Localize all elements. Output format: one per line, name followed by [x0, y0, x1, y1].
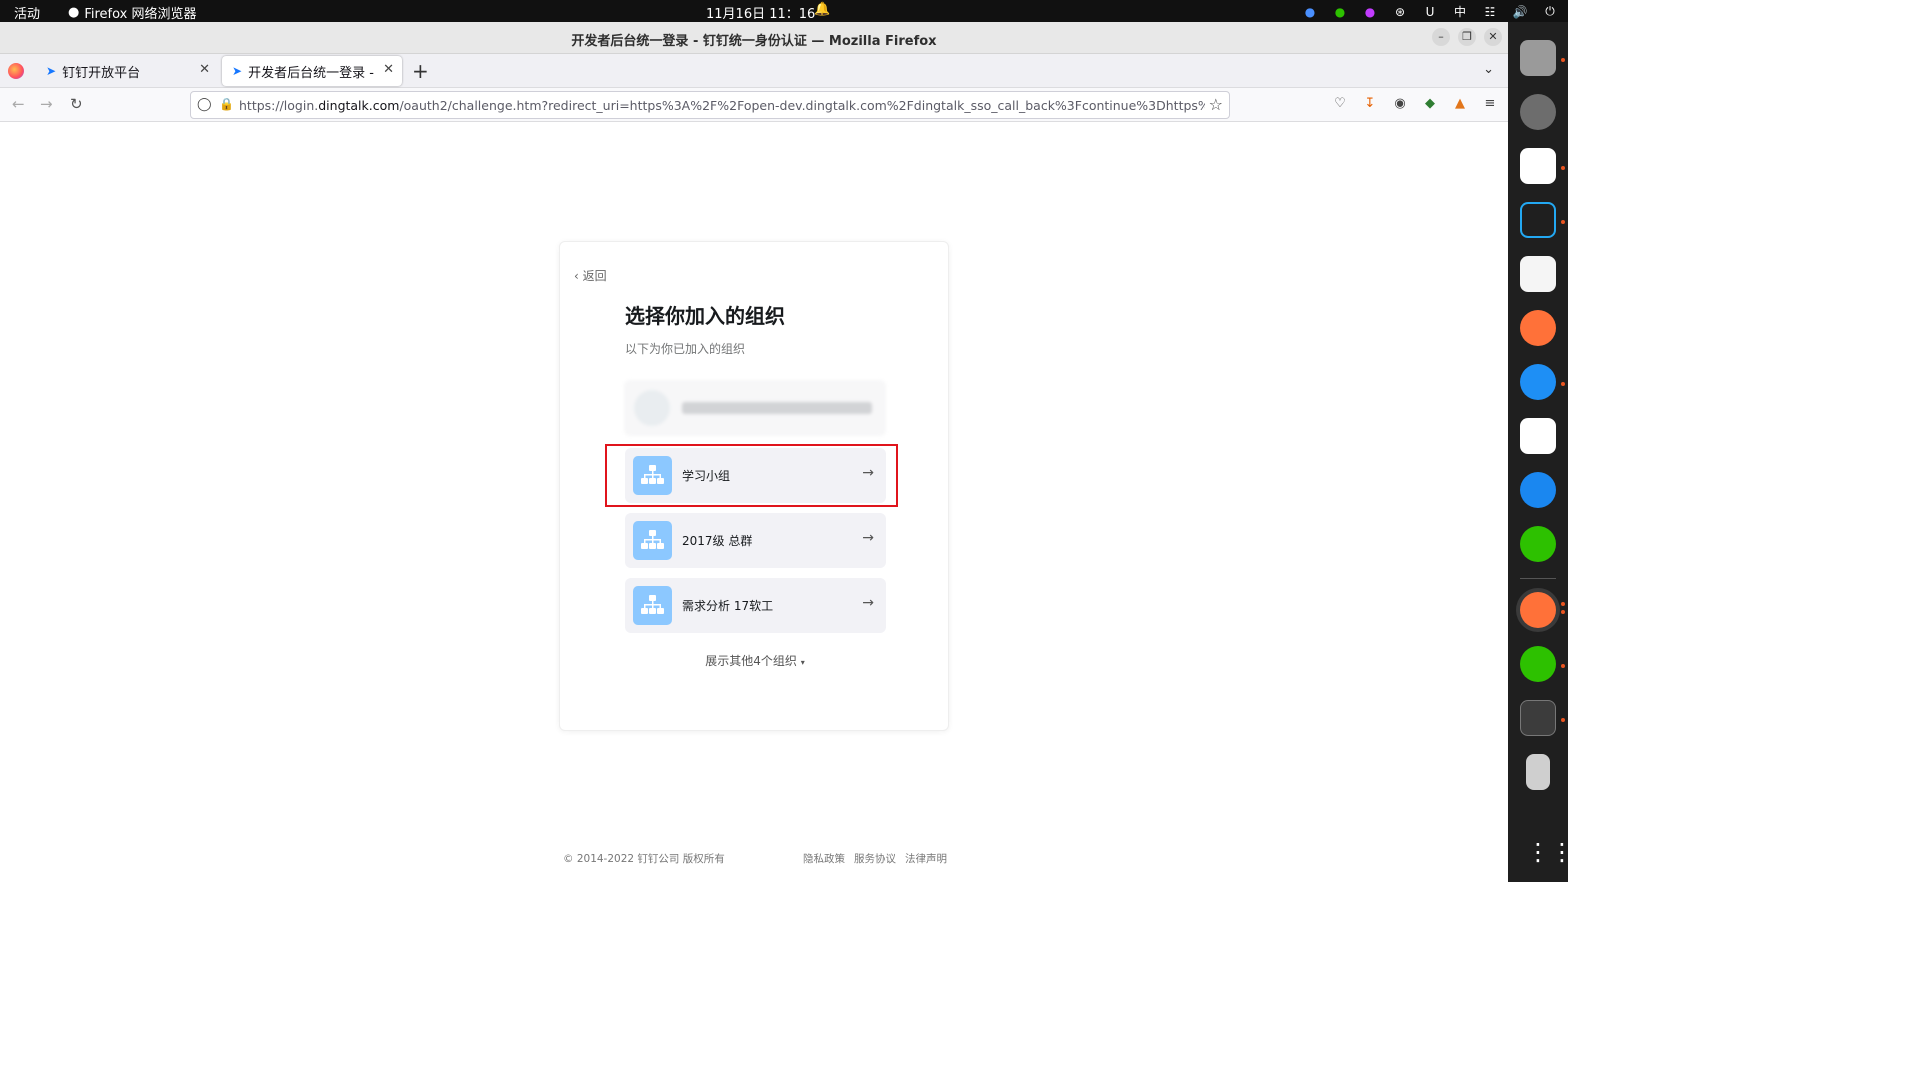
navigation-toolbar: ← → ↻ ◯ 🔒 https://login.dingtalk.com/oau…: [0, 88, 1508, 122]
bookmark-star-icon[interactable]: ☆: [1209, 95, 1223, 114]
system-tray: ● ● ● ⊛ U 中 ☷ 🔊 ⏻: [1302, 3, 1558, 20]
tab-title: 钉钉开放平台: [62, 65, 141, 81]
downloads-icon[interactable]: ↧: [1362, 96, 1378, 111]
ubuntu-dock: ⋮⋮⋮: [1508, 22, 1598, 882]
window-controls: – ❐ ✕: [1432, 28, 1502, 46]
power-icon[interactable]: ⏻: [1542, 4, 1558, 19]
lark-tray-icon[interactable]: ●: [1302, 5, 1318, 19]
forward-arrow-icon[interactable]: →: [40, 95, 53, 113]
u-tray-icon[interactable]: U: [1422, 5, 1438, 19]
show-more-orgs-link[interactable]: 展示其他4个组织 ▾: [560, 652, 950, 669]
metamask-fox-icon[interactable]: ▲: [1452, 96, 1468, 111]
activities-button[interactable]: 活动: [14, 3, 40, 22]
url-bar[interactable]: ◯ 🔒 https://login.dingtalk.com/oauth2/ch…: [190, 91, 1230, 119]
app-menu[interactable]: ● Firefox 网络浏览器: [68, 3, 197, 22]
input-method-indicator[interactable]: 中: [1452, 3, 1468, 20]
network-icon[interactable]: ☷: [1482, 5, 1498, 19]
org-structure-icon: [633, 521, 672, 560]
window-title-bar: 开发者后台统一登录 - 钉钉统一身份认证 — Mozilla Firefox –…: [0, 22, 1508, 54]
dingtalk-favicon-icon: ➤: [232, 64, 243, 78]
back-link[interactable]: ‹ 返回: [574, 267, 607, 284]
blurred-account-item: [624, 380, 886, 436]
network-tray-icon[interactable]: ⊛: [1392, 5, 1408, 19]
inkscape-icon[interactable]: [1520, 418, 1556, 454]
close-tab-icon[interactable]: ✕: [383, 62, 394, 77]
org-item[interactable]: 需求分析 17软工 →: [625, 578, 886, 633]
minimize-icon[interactable]: –: [1432, 28, 1450, 46]
page-subtitle: 以下为你已加入的组织: [625, 342, 746, 356]
wechat-running-icon[interactable]: [1520, 646, 1556, 682]
show-apps-icon[interactable]: ⋮⋮⋮: [1526, 840, 1598, 864]
footer-copyright: © 2014-2022 钉钉公司 版权所有: [563, 853, 725, 865]
volume-icon[interactable]: 🔊: [1512, 5, 1528, 19]
close-window-icon[interactable]: ✕: [1484, 28, 1502, 46]
window-title: 开发者后台统一登录 - 钉钉统一身份认证 — Mozilla Firefox: [571, 34, 937, 49]
kugou-icon[interactable]: [1520, 472, 1556, 508]
org-name: 需求分析 17软工: [682, 599, 774, 613]
terms-of-service-link[interactable]: 服务协议: [854, 851, 896, 866]
toolbar-extensions: ♡ ↧ ◉ ◆ ▲ ≡: [1332, 96, 1498, 111]
clock[interactable]: 11月16日 11：16: [706, 3, 815, 22]
wechat-tray-icon[interactable]: ●: [1332, 5, 1348, 19]
new-tab-icon[interactable]: +: [412, 59, 429, 83]
back-arrow-icon[interactable]: ←: [12, 95, 25, 113]
legal-notice-link[interactable]: 法律声明: [905, 851, 947, 866]
avatar: [634, 390, 670, 426]
firefox-running-icon[interactable]: [1520, 592, 1556, 628]
url-text[interactable]: https://login.dingtalk.com/oauth2/challe…: [239, 98, 1205, 113]
settings-icon[interactable]: [1520, 94, 1556, 130]
tab-strip: ➤ 钉钉开放平台 ✕ ➤ 开发者后台统一登录 - 钉钉 ✕ + ⌄: [0, 54, 1508, 88]
reload-icon[interactable]: ↻: [70, 95, 83, 113]
app-tray-icon[interactable]: ●: [1362, 5, 1378, 19]
extension-s-icon[interactable]: ◉: [1392, 96, 1408, 111]
highlight-annotation-box: [605, 444, 898, 507]
caret-down-icon: ▾: [800, 658, 805, 667]
arrow-right-icon: →: [862, 530, 874, 546]
extension-icon[interactable]: ◆: [1422, 96, 1438, 111]
page-title: 选择你加入的组织: [625, 304, 785, 328]
close-tab-icon[interactable]: ✕: [199, 62, 210, 77]
lock-icon[interactable]: 🔒: [219, 97, 234, 111]
tab-dingtalk-open-platform[interactable]: ➤ 钉钉开放平台 ✕: [36, 56, 218, 86]
app-name-label: Firefox 网络浏览器: [84, 7, 197, 22]
usb-drive-icon[interactable]: [1526, 754, 1550, 790]
tab-title: 开发者后台统一登录 - 钉钉: [248, 65, 378, 81]
tab-developer-login[interactable]: ➤ 开发者后台统一登录 - 钉钉 ✕: [222, 56, 402, 86]
notification-bell-icon[interactable]: 🔔: [814, 2, 830, 17]
firefox-small-icon: ●: [68, 5, 80, 20]
color-picker-icon[interactable]: [1520, 256, 1556, 292]
wechat-icon[interactable]: [1520, 526, 1556, 562]
firefox-icon[interactable]: [1520, 310, 1556, 346]
dingtalk-favicon-icon: ➤: [46, 64, 57, 78]
org-name: 2017级 总群: [682, 534, 753, 548]
tracking-shield-icon[interactable]: ◯: [197, 97, 212, 112]
terminal-icon[interactable]: [1520, 700, 1556, 736]
dingtalk-icon[interactable]: [1520, 364, 1556, 400]
firefox-view-icon[interactable]: [8, 63, 24, 79]
privacy-policy-link[interactable]: 隐私政策: [803, 851, 845, 866]
org-item[interactable]: 2017级 总群 →: [625, 513, 886, 568]
arrow-right-icon: →: [862, 595, 874, 611]
pocket-icon[interactable]: ♡: [1332, 96, 1348, 111]
list-all-tabs-icon[interactable]: ⌄: [1483, 62, 1494, 77]
org-structure-icon: [633, 586, 672, 625]
system-top-bar: 活动 ● Firefox 网络浏览器 11月16日 11：16 🔔 ● ● ● …: [0, 0, 1568, 22]
restore-icon[interactable]: ❐: [1458, 28, 1476, 46]
files-icon[interactable]: [1520, 40, 1556, 76]
hamburger-menu-icon[interactable]: ≡: [1482, 96, 1498, 111]
lark-icon[interactable]: [1520, 148, 1556, 184]
page-content: ‹ 返回 选择你加入的组织 以下为你已加入的组织 学习小组 → 2017级 总群…: [0, 122, 1508, 882]
vscode-icon[interactable]: [1520, 202, 1556, 238]
